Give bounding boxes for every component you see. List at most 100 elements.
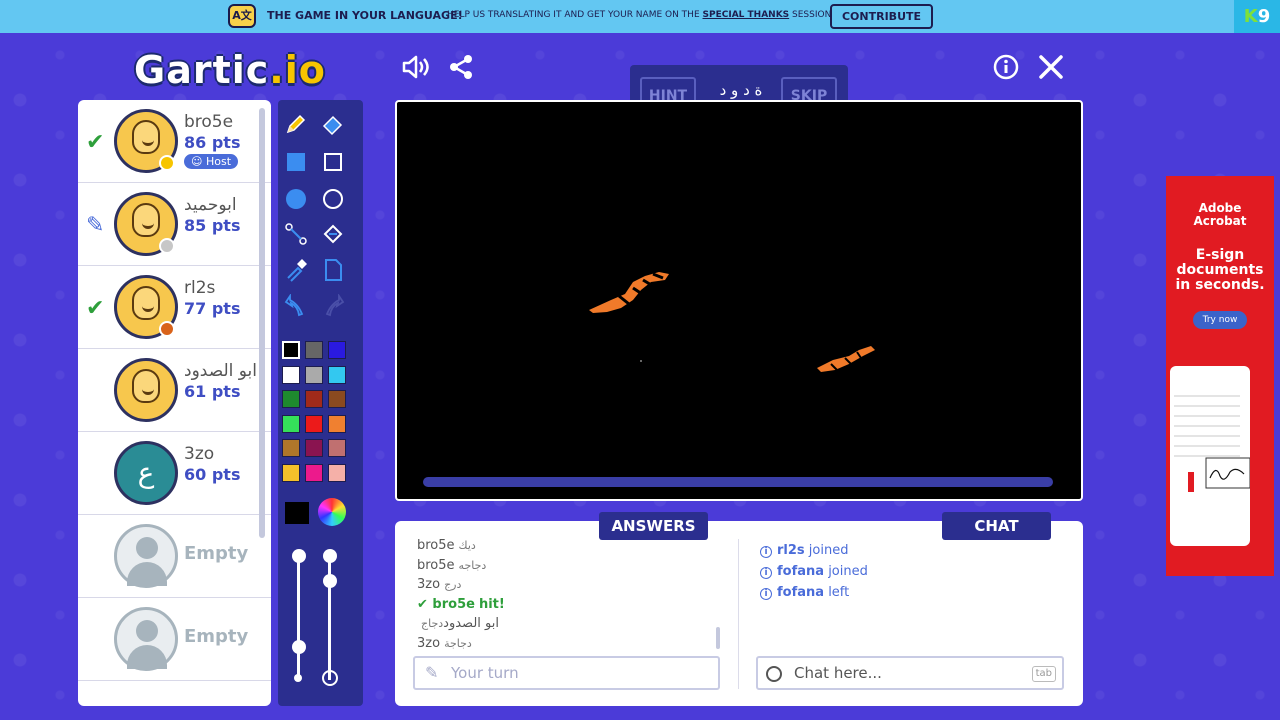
sound-icon[interactable] xyxy=(400,54,430,84)
player-name: ابو الصدود xyxy=(184,361,257,381)
fill-bucket-icon[interactable] xyxy=(318,222,348,252)
player-card[interactable]: ع 3zo 60 pts xyxy=(78,432,271,515)
color-swatch[interactable] xyxy=(305,390,323,408)
color-swatch[interactable] xyxy=(328,414,346,433)
color-swatch[interactable] xyxy=(305,414,323,433)
color-swatch[interactable] xyxy=(328,365,346,384)
player-color-dot xyxy=(159,321,175,337)
player-points: 86 pts xyxy=(184,133,241,152)
contribute-button[interactable]: CONTRIBUTE xyxy=(830,4,933,29)
eyedropper-icon[interactable] xyxy=(281,258,311,288)
player-card[interactable]: ✎ ابوحميد 85 pts xyxy=(78,183,271,266)
chat-input-placeholder: Chat here... xyxy=(794,664,882,682)
eraser-icon[interactable] xyxy=(318,112,348,142)
opacity-min-circle xyxy=(322,670,338,686)
round-timer-bar xyxy=(423,477,1053,487)
ad-banner[interactable]: Adobe Acrobat E-sign documents in seconds. … xyxy=(1166,176,1274,576)
color-swatch[interactable] xyxy=(282,390,300,408)
ad-headline-1: E-sign xyxy=(1195,247,1245,263)
answer-word: ديك xyxy=(458,539,476,552)
drawing-pencil-icon: ✎ xyxy=(86,213,105,238)
line-tool-icon[interactable] xyxy=(281,222,311,252)
info-icon[interactable] xyxy=(991,54,1021,84)
k9-k: K xyxy=(1243,6,1258,27)
answer-word: درج xyxy=(444,578,462,591)
brush-size-slider[interactable] xyxy=(297,556,300,680)
answer-word: دجاجة xyxy=(444,636,472,650)
color-swatch[interactable] xyxy=(328,463,346,482)
empty-slot-label: Empty xyxy=(184,543,249,564)
drawing-canvas[interactable] xyxy=(395,100,1083,501)
info-icon: i xyxy=(760,588,772,600)
filled-rect-icon[interactable] xyxy=(281,150,311,180)
chat-action: joined xyxy=(808,543,849,558)
rect-outline-icon[interactable] xyxy=(318,150,348,180)
pencil-icon[interactable] xyxy=(281,112,311,142)
answer-input-placeholder: Your turn xyxy=(451,664,519,682)
color-swatch[interactable] xyxy=(328,390,346,408)
close-icon[interactable] xyxy=(1036,54,1066,84)
special-thanks-link[interactable]: SPECIAL THANKS xyxy=(703,10,790,20)
player-name: 3zo xyxy=(184,444,215,464)
color-swatch[interactable] xyxy=(282,365,300,384)
empty-slot-label: Empty xyxy=(184,626,249,647)
ad-headline: E-sign documents in seconds. xyxy=(1166,248,1274,293)
player-points: 61 pts xyxy=(184,382,241,401)
ad-cta-button[interactable]: Try now xyxy=(1193,311,1247,329)
k9-logo[interactable]: K9 xyxy=(1234,0,1280,33)
chat-system-line: i fofana joined xyxy=(760,564,868,579)
banner-help-prefix: HELP US TRANSLATING IT AND GET YOUR NAME… xyxy=(447,10,700,20)
panel-divider xyxy=(738,539,739,689)
color-swatch[interactable] xyxy=(282,463,300,482)
brush-size-knob[interactable] xyxy=(292,640,306,654)
logo-main: Gartic xyxy=(134,48,270,92)
brush-size-small-dot xyxy=(294,674,302,682)
empty-avatar-icon xyxy=(114,607,178,671)
circle-outline-icon[interactable] xyxy=(318,187,348,217)
logo-suffix: .io xyxy=(269,48,326,92)
answer-word: hit! xyxy=(478,596,505,612)
answer-user: bro5e xyxy=(432,596,475,612)
color-swatch[interactable] xyxy=(282,341,300,359)
opacity-knob[interactable] xyxy=(323,574,337,588)
host-badge: ☺ Host xyxy=(184,154,239,169)
info-icon: i xyxy=(760,546,772,558)
color-swatch[interactable] xyxy=(305,439,323,457)
filled-circle-icon[interactable] xyxy=(281,187,311,217)
answers-tab[interactable]: ANSWERS xyxy=(599,512,708,540)
gartic-logo[interactable]: Gartic.io xyxy=(134,48,326,92)
opacity-top-knob[interactable] xyxy=(323,549,337,563)
chat-user: fofana xyxy=(777,585,825,600)
new-page-icon[interactable] xyxy=(318,258,348,288)
color-swatch[interactable] xyxy=(305,341,323,359)
color-swatch[interactable] xyxy=(328,439,346,457)
answers-scrollbar[interactable] xyxy=(716,627,720,649)
player-avatar: ع xyxy=(114,441,178,505)
players-scrollbar[interactable] xyxy=(259,108,265,538)
share-icon[interactable] xyxy=(446,54,476,84)
player-card[interactable]: ✔ rl2s 77 pts xyxy=(78,266,271,349)
player-avatar xyxy=(114,358,178,422)
player-card[interactable]: ✔ bro5e 86 pts ☺ Host xyxy=(78,100,271,183)
color-swatch[interactable] xyxy=(305,365,323,384)
player-card[interactable]: ابو الصدود 61 pts xyxy=(78,349,271,432)
chat-tab[interactable]: CHAT xyxy=(942,512,1051,540)
color-swatch[interactable] xyxy=(305,463,323,482)
chat-input[interactable]: Chat here... tab xyxy=(756,656,1064,690)
selected-color-swatch[interactable] xyxy=(283,500,311,526)
answer-input[interactable]: ✎ Your turn xyxy=(413,656,720,690)
chat-action: left xyxy=(828,585,850,600)
banner-help-text: HELP US TRANSLATING IT AND GET YOUR NAME… xyxy=(447,10,831,20)
color-swatch[interactable] xyxy=(282,439,300,457)
ad-brand-line1: Adobe xyxy=(1198,201,1242,215)
redo-icon[interactable] xyxy=(318,293,348,324)
player-color-dot xyxy=(159,155,175,171)
translate-icon: A文 xyxy=(228,4,256,28)
color-wheel-icon[interactable] xyxy=(318,498,346,526)
empty-slot: Empty xyxy=(78,515,271,598)
pencil-input-icon: ✎ xyxy=(425,663,439,682)
color-swatch[interactable] xyxy=(282,414,300,433)
brush-size-top-knob[interactable] xyxy=(292,549,306,563)
undo-icon[interactable] xyxy=(281,293,311,324)
color-swatch[interactable] xyxy=(328,341,346,359)
